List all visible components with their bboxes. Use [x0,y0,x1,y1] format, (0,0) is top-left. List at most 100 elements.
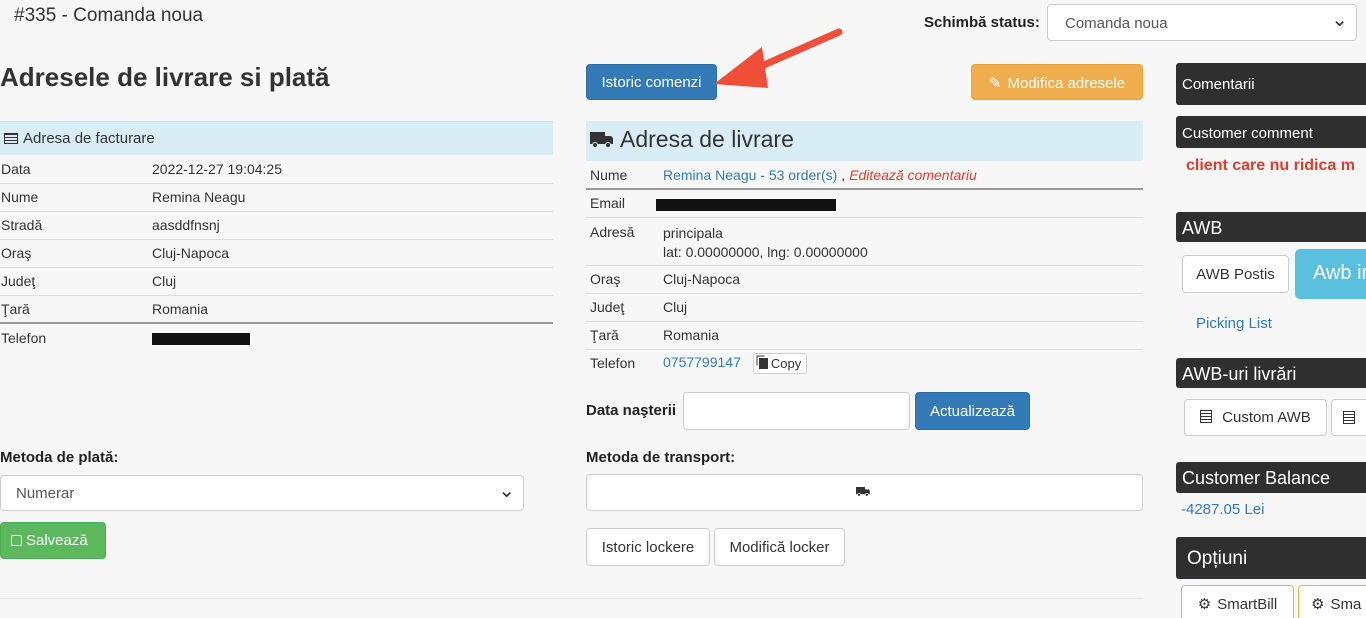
customer-comment-title: Customer comment [1176,116,1366,148]
payment-label: Metoda de plată: [0,449,119,466]
payment-select[interactable]: Numerar [0,475,524,511]
table-row: Email [586,189,1143,218]
copy-button[interactable]: Copy [752,352,808,374]
divider [0,598,1143,599]
awb-postis-button[interactable]: AWB Postis [1182,255,1289,293]
table-row: Ţară Romania [586,321,1143,350]
save-icon [11,535,22,546]
row-label: Nume [586,161,663,190]
modify-addresses-button[interactable]: ✎ Modifica adresele [971,64,1143,100]
comments-panel-title: Comentarii [1176,63,1366,105]
table-row: Oraş Cluj-Napoca [586,265,1143,294]
picking-list-link[interactable]: Picking List [1196,315,1272,332]
redacted-phone [152,332,250,345]
row-value [152,323,553,351]
row-value: 0757799147 Copy [663,349,1143,377]
chevron-down-icon [498,487,515,500]
status-label: Schimbă status: [924,14,1040,31]
custom-awb-label: Custom AWB [1222,409,1311,426]
locker-history-button[interactable]: Istoric lockere [586,528,710,566]
table-row: Judeţ Cluj [0,267,553,296]
status-select[interactable]: Comanda noua [1047,4,1357,41]
order-history-button[interactable]: Istoric comenzi [586,64,717,100]
edit-comment-link[interactable]: Editează comentariu [849,167,977,183]
save-button[interactable]: Salvează [0,522,106,559]
row-label: Email [586,189,663,218]
row-label: Stradă [0,211,152,240]
row-value: principala lat: 0.00000000, lng: 0.000000… [663,217,1143,266]
table-row: Data 2022-12-27 19:04:25 [0,155,553,184]
customer-balance-title: Customer Balance [1176,462,1366,493]
row-label: Telefon [590,355,636,372]
smartbill-label: SmartBill [1217,596,1278,613]
annotation-arrow-icon [714,28,843,88]
billing-header: Adresa de facturare [0,121,553,155]
row-value: Remina Neagu - 53 order(s), Editează come… [663,161,1143,190]
billing-table: Data 2022-12-27 19:04:25 Nume Remina Neagu… [0,155,553,351]
row-value: Cluj [663,293,1143,322]
order-title: #335 - Comanda noua [14,5,204,26]
row-label: Nume [0,183,152,212]
billing-header-label: Adresa de facturare [23,130,155,147]
update-button[interactable]: Actualizează [915,392,1030,430]
separator: , [841,166,846,183]
chevron-down-icon [1331,16,1348,29]
row-value: Cluj-Napoca [152,239,553,268]
options-panel-title: Opțiuni [1176,537,1366,579]
save-label: Salvează [26,532,88,549]
gear-icon: ⚙ [1197,596,1212,613]
row-value: Cluj-Napoca [663,265,1143,294]
smartbill-button-2[interactable]: ⚙ Sma [1298,585,1366,618]
row-label: Telefon [1,329,47,346]
shipping-header-label: Adresa de livrare [620,126,794,152]
row-value: Remina Neagu [152,183,553,212]
awb-info-button[interactable]: Awb in [1295,249,1366,299]
row-value [656,189,1143,218]
table-row: Telefon 0757799147 Copy [586,349,1143,377]
document-icon [1343,411,1355,424]
table-row: Nume Remina Neagu - 53 order(s), Editează… [586,161,1143,190]
row-value: Romania [663,321,1143,350]
awb-panel-title: AWB [1176,212,1366,242]
row-value: aasddfnsnj [152,211,553,240]
custom-awb-button[interactable]: Custom AWB [1184,399,1327,436]
redacted-email [656,198,836,211]
customer-balance-value[interactable]: -4287.05 Lei [1181,501,1264,518]
address-coords: lat: 0.00000000, lng: 0.00000000 [663,243,868,260]
transport-select[interactable] [586,474,1143,511]
table-row: Judeţ Cluj [586,293,1143,322]
copy-label: Copy [770,355,802,371]
row-label: Judeţ [586,293,663,322]
table-row: Ţară Romania [0,295,553,324]
modify-locker-button[interactable]: Modifică locker [714,528,845,566]
row-label: Oraş [0,239,152,268]
shipping-header: Adresa de livrare [586,121,1143,161]
customer-orders-link[interactable]: Remina Neagu - 53 order(s) [663,167,837,183]
phone-link[interactable]: 0757799147 [663,354,741,370]
payment-value: Numerar [16,485,75,502]
row-label: Oraş [586,265,663,294]
table-row: Telefon [0,323,553,351]
document-icon [1200,410,1213,423]
page-title: Adresele de livrare si plată [0,62,330,92]
copy-icon [758,357,768,369]
awb-deliveries-title: AWB-uri livrări [1176,358,1366,388]
row-label: Data [0,155,152,184]
address-line: principala [663,224,723,241]
status-value: Comanda noua [1065,15,1168,32]
truck-icon [590,132,614,148]
customer-comment-text: client care nu ridica m [1186,157,1355,174]
birthdate-label: Data naşterii [586,402,677,419]
truck-icon [856,487,870,497]
list-icon [4,133,18,144]
smartbill-label: Sma [1330,596,1362,613]
pencil-icon: ✎ [988,75,1002,92]
table-row: Stradă aasddfnsnj [0,211,553,240]
awb-extra-button[interactable] [1331,399,1366,436]
row-label: Ţară [586,321,663,350]
birthdate-input[interactable] [683,392,910,430]
row-label: Adresă [586,217,663,266]
row-label: Ţară [0,295,152,324]
smartbill-button[interactable]: ⚙ SmartBill [1181,585,1294,618]
transport-label: Metoda de transport: [586,449,736,466]
